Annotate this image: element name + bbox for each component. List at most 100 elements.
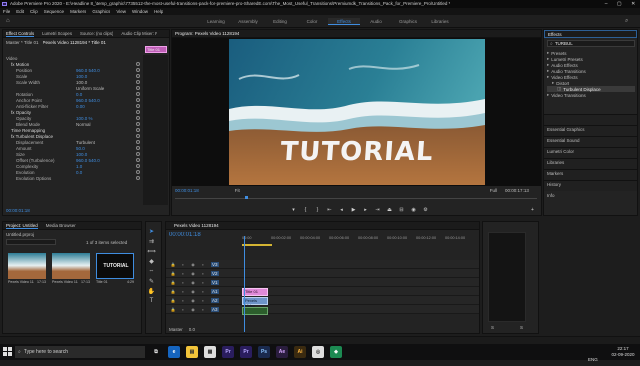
keyframe-toggle-icon[interactable] [136, 176, 140, 180]
eye-toggle-icon[interactable]: ◉ [189, 307, 197, 312]
ec-row-value[interactable]: 960.0 540.0 [76, 98, 126, 103]
ec-row-value[interactable]: 1.0 [76, 164, 126, 169]
extract-icon[interactable]: ⊟ [398, 207, 405, 213]
lock-toggle-icon[interactable]: 🔒 [169, 298, 177, 303]
ec-tab-3[interactable]: Audio Clip Mixer: Pexels Video... [121, 31, 157, 36]
ec-row-value[interactable]: 100.0 [76, 152, 126, 157]
effects-search-input[interactable]: TURBUL [555, 41, 573, 46]
project-item[interactable]: TUTORIAL Title 01 4:29 [96, 253, 134, 284]
project-tab-1[interactable]: Media Browser [46, 223, 76, 228]
ec-mini-timeline[interactable] [143, 55, 168, 205]
search-icon[interactable]: ⌕ [625, 18, 628, 25]
video-clip[interactable]: Pexels Video [242, 297, 268, 308]
ec-row-value[interactable]: 0.0 [76, 170, 126, 175]
ec-row-value[interactable]: 960.0 540.0 [76, 68, 126, 73]
effects-panel-title[interactable]: Effects [548, 32, 562, 37]
home-icon[interactable]: ⌂ [6, 18, 13, 25]
lock-toggle-icon[interactable]: 🔒 [169, 280, 177, 285]
program-timecode[interactable]: 00:00:01:18 [175, 188, 199, 193]
audio-clip[interactable] [242, 307, 268, 315]
store-icon[interactable]: ▦ [204, 346, 216, 358]
project-item[interactable]: Pexels Video 112...17:13 [52, 253, 90, 284]
menu-item-file[interactable]: File [3, 9, 10, 14]
timeline-sequence-tab[interactable]: Pexels Video 1128194 [174, 223, 219, 228]
keyframe-toggle-icon[interactable] [136, 68, 140, 72]
track-select-tool-icon[interactable]: ⇉ [146, 236, 157, 246]
ec-row-value[interactable]: Uniform Scale [76, 86, 126, 91]
workspace-tab-color[interactable]: Color [296, 18, 328, 25]
ec-row-value[interactable]: 100.0 % [76, 116, 126, 121]
track-name[interactable]: A3 [211, 306, 219, 312]
sync-toggle-icon[interactable]: ▪ [179, 280, 187, 285]
type-tool-icon[interactable]: T [146, 296, 157, 306]
workspace-tab-effects[interactable]: Effects [328, 18, 360, 25]
ec-tab-2[interactable]: Source: (no clips) [80, 31, 113, 36]
workspace-tab-learning[interactable]: Learning [200, 18, 232, 25]
keyframe-toggle-icon[interactable] [136, 104, 140, 108]
fit-dropdown[interactable]: Fit [235, 188, 240, 193]
ec-row-value[interactable]: 100.0 [76, 80, 126, 85]
ec-row-value[interactable]: 50.0 [76, 146, 126, 151]
menu-item-edit[interactable]: Edit [16, 9, 24, 14]
taskbar-search-input[interactable]: Type here to search [24, 349, 68, 355]
eye-toggle-icon[interactable]: ◉ [189, 289, 197, 294]
ec-row-value[interactable]: 960.0 540.0 [76, 158, 126, 163]
track-name[interactable]: V1 [211, 279, 219, 285]
workspace-tab-graphics[interactable]: Graphics [392, 18, 424, 25]
sync-toggle-icon[interactable]: ▪ [179, 262, 187, 267]
ec-row-value[interactable]: 0.0 [76, 92, 126, 97]
edge-icon[interactable]: e [168, 346, 180, 358]
timeline-timecode[interactable]: 00:00:01:18 [169, 232, 201, 238]
keyframe-toggle-icon[interactable] [136, 116, 140, 120]
taskbar-date[interactable]: 02-09-2020 [608, 352, 638, 358]
keyframe-toggle-icon[interactable] [136, 92, 140, 96]
master-track-value[interactable]: 0.0 [189, 327, 195, 332]
lock-toggle-icon[interactable]: 🔒 [169, 262, 177, 267]
eye-toggle-icon[interactable]: ◉ [189, 262, 197, 267]
menu-item-help[interactable]: Help [154, 9, 163, 14]
illustrator-icon[interactable]: Ai [294, 346, 306, 358]
panel-section-0[interactable]: Essential Graphics [544, 114, 637, 132]
pen-tool-icon[interactable]: ✎ [146, 276, 157, 286]
mute-toggle-icon[interactable]: ▪ [199, 298, 207, 303]
eye-toggle-icon[interactable]: ◉ [189, 271, 197, 276]
app-icon[interactable]: ◈ [330, 346, 342, 358]
mark-out-icon[interactable]: } [314, 207, 321, 213]
track-name[interactable]: A1 [211, 288, 219, 294]
keyframe-toggle-icon[interactable] [136, 170, 140, 174]
menu-item-view[interactable]: View [116, 9, 126, 14]
menu-item-graphics[interactable]: Graphics [92, 9, 110, 14]
maximize-button[interactable]: ▢ [617, 1, 622, 7]
windows-start-icon[interactable] [3, 347, 12, 356]
mute-toggle-icon[interactable]: ▪ [199, 271, 207, 276]
playhead[interactable] [244, 236, 245, 332]
keyframe-toggle-icon[interactable] [136, 134, 140, 138]
workspace-tab-libraries[interactable]: Libraries [424, 18, 456, 25]
sync-toggle-icon[interactable]: ▪ [179, 307, 187, 312]
ec-row-value[interactable]: Normal [76, 122, 126, 127]
lock-toggle-icon[interactable]: 🔒 [169, 271, 177, 276]
track-name[interactable]: V3 [211, 261, 219, 267]
export-frame-icon[interactable]: ◉ [410, 207, 417, 213]
sync-toggle-icon[interactable]: ▪ [179, 298, 187, 303]
project-item-thumbnail[interactable]: TUTORIAL [96, 253, 134, 279]
keyframe-toggle-icon[interactable] [136, 146, 140, 150]
mute-toggle-icon[interactable]: ▪ [199, 307, 207, 312]
track-name[interactable]: A2 [211, 297, 219, 303]
keyframe-toggle-icon[interactable] [136, 140, 140, 144]
keyframe-toggle-icon[interactable] [136, 98, 140, 102]
keyframe-toggle-icon[interactable] [136, 62, 140, 66]
project-search-input[interactable] [6, 239, 56, 245]
photoshop-icon[interactable]: Ps [258, 346, 270, 358]
chrome-icon[interactable]: ◎ [312, 346, 324, 358]
ec-row-value[interactable]: Turbulent [76, 140, 126, 145]
project-tab-0[interactable]: Project: Untitled [6, 223, 38, 229]
ec-timecode[interactable]: 00:00:01:18 [6, 208, 30, 213]
keyframe-toggle-icon[interactable] [136, 164, 140, 168]
menu-item-window[interactable]: Window [132, 9, 148, 14]
workspace-tab-audio[interactable]: Audio [360, 18, 392, 25]
ec-tab-1[interactable]: Lumetri Scopes [42, 31, 72, 36]
menu-item-sequence[interactable]: Sequence [44, 9, 64, 14]
premiere-taskbar-icon[interactable]: Pr [222, 346, 234, 358]
add-marker-icon[interactable]: ▾ [290, 207, 297, 213]
